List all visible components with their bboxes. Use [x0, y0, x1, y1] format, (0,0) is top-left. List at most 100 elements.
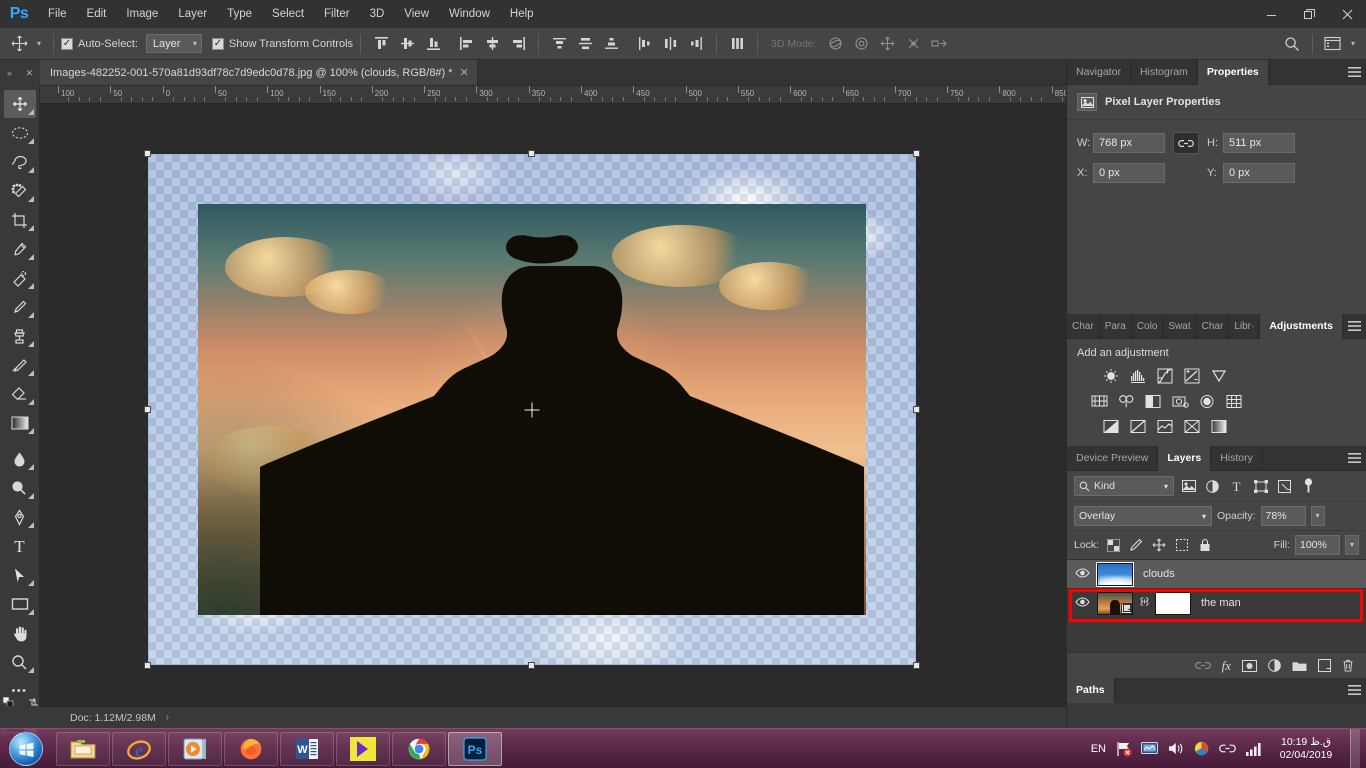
tab-device-preview[interactable]: Device Preview: [1067, 446, 1159, 471]
tab-properties[interactable]: Properties: [1197, 60, 1269, 85]
lock-artboard-icon[interactable]: [1173, 536, 1191, 554]
layer-row-the-man[interactable]: the man: [1067, 589, 1366, 618]
align-horizontal-centers-icon[interactable]: [479, 32, 505, 56]
brightness-contrast-icon[interactable]: [1101, 366, 1121, 386]
orbit-3d-icon[interactable]: [823, 32, 849, 56]
close-panel-icon[interactable]: ✕: [26, 68, 34, 79]
height-field[interactable]: 511 px: [1223, 133, 1295, 153]
new-group-icon[interactable]: [1292, 660, 1307, 672]
flag-action-center-icon[interactable]: [1115, 740, 1132, 757]
menu-3d[interactable]: 3D: [360, 0, 395, 28]
align-left-edges-icon[interactable]: [453, 32, 479, 56]
spot-healing-brush-tool[interactable]: [4, 264, 36, 292]
tool-preset-caret-icon[interactable]: ▾: [32, 39, 46, 48]
tab-character-styles[interactable]: Char: [1197, 314, 1230, 339]
layer-name-clouds[interactable]: clouds: [1143, 568, 1175, 580]
tab-libraries[interactable]: Libr·: [1229, 314, 1261, 339]
tab-navigator[interactable]: Navigator: [1067, 60, 1131, 85]
signal-bars-icon[interactable]: [1245, 740, 1262, 757]
black-white-icon[interactable]: [1143, 391, 1163, 411]
distribute-horizontal-centers-icon[interactable]: [657, 32, 683, 56]
canvas-area[interactable]: [40, 104, 1066, 706]
align-vertical-centers-icon[interactable]: [394, 32, 420, 56]
panel-menu-icon[interactable]: [1342, 446, 1366, 470]
tab-paths[interactable]: Paths: [1067, 678, 1115, 703]
minimize-button[interactable]: [1252, 0, 1290, 28]
hue-saturation-icon[interactable]: [1089, 391, 1109, 411]
taskbar-clock[interactable]: 10:19 ق.ظ 02/04/2019: [1271, 736, 1341, 762]
filter-shape-icon[interactable]: [1251, 476, 1270, 496]
y-position-field[interactable]: 0 px: [1223, 163, 1295, 183]
transform-handle-top-left[interactable]: [144, 150, 151, 157]
new-adjustment-layer-icon[interactable]: [1268, 659, 1281, 672]
show-desktop-button[interactable]: [1350, 728, 1360, 768]
the-man-layer-thumbnail[interactable]: [1097, 591, 1133, 615]
start-button[interactable]: [0, 730, 52, 768]
taskbar-google-chrome[interactable]: [392, 731, 446, 766]
tab-histogram[interactable]: Histogram: [1131, 60, 1198, 85]
filter-pixel-icon[interactable]: [1179, 476, 1198, 496]
panel-menu-icon[interactable]: [1342, 678, 1366, 703]
clone-stamp-tool[interactable]: [4, 322, 36, 350]
delete-layer-icon[interactable]: [1342, 659, 1354, 672]
crop-tool[interactable]: [4, 206, 36, 234]
taskbar-internet-explorer[interactable]: e: [112, 731, 166, 766]
auto-select-control[interactable]: ✓ Auto-Select:: [61, 37, 138, 50]
distribute-vertical-centers-icon[interactable]: [572, 32, 598, 56]
exposure-icon[interactable]: [1182, 366, 1202, 386]
menu-filter[interactable]: Filter: [314, 0, 360, 28]
show-transform-checkbox[interactable]: ✓: [211, 37, 224, 50]
taskbar-mozilla-firefox[interactable]: [224, 731, 278, 766]
transform-handle-middle-right[interactable]: [913, 405, 920, 413]
blur-tool[interactable]: [4, 445, 36, 473]
opacity-field[interactable]: 78%: [1260, 506, 1306, 526]
gradient-tool[interactable]: [4, 409, 36, 437]
taskbar-windows-media-player[interactable]: [168, 731, 222, 766]
menu-type[interactable]: Type: [217, 0, 262, 28]
volume-icon[interactable]: [1167, 740, 1184, 757]
align-right-edges-icon[interactable]: [505, 32, 531, 56]
filter-smart-object-icon[interactable]: [1275, 476, 1294, 496]
add-layer-mask-icon[interactable]: [1242, 659, 1257, 672]
auto-select-scope-dropdown[interactable]: Layer: [145, 34, 202, 53]
invert-icon[interactable]: [1101, 416, 1121, 436]
rectangle-tool[interactable]: [4, 590, 36, 618]
panel-menu-icon[interactable]: [1343, 314, 1366, 338]
taskbar-microsoft-word[interactable]: W: [280, 731, 334, 766]
collapse-panel-icon[interactable]: »: [7, 68, 12, 78]
layer-name-the-man[interactable]: the man: [1201, 597, 1241, 609]
menu-edit[interactable]: Edit: [77, 0, 117, 28]
document-tab[interactable]: Images-482252-001-570a81d93df78c7d9edc0d…: [40, 60, 478, 85]
width-field[interactable]: 768 px: [1093, 133, 1165, 153]
lock-all-icon[interactable]: [1196, 536, 1214, 554]
color-lookup-icon[interactable]: [1224, 391, 1244, 411]
photo-filter-icon[interactable]: [1170, 391, 1190, 411]
show-transform-controls-control[interactable]: ✓ Show Transform Controls: [211, 37, 353, 50]
taskbar-windows-explorer[interactable]: [56, 731, 110, 766]
menu-window[interactable]: Window: [439, 0, 500, 28]
eye-icon[interactable]: [1073, 596, 1091, 610]
channel-mixer-icon[interactable]: [1197, 391, 1217, 411]
vibrance-icon[interactable]: [1209, 366, 1229, 386]
taskbar-adobe-photoshop[interactable]: Ps: [448, 731, 502, 766]
transform-handle-bottom-left[interactable]: [144, 662, 151, 669]
menu-select[interactable]: Select: [262, 0, 314, 28]
quick-selection-tool[interactable]: [4, 177, 36, 205]
distribute-right-edges-icon[interactable]: [683, 32, 709, 56]
new-layer-icon[interactable]: [1318, 659, 1331, 672]
color-balance-icon[interactable]: [1116, 391, 1136, 411]
filter-type-icon[interactable]: T: [1227, 476, 1246, 496]
align-top-edges-icon[interactable]: [368, 32, 394, 56]
zoom-tool[interactable]: [4, 648, 36, 676]
posterize-icon[interactable]: [1128, 416, 1148, 436]
workspace-caret-icon[interactable]: ▾: [1346, 39, 1360, 48]
layer-list[interactable]: clouds the man: [1067, 560, 1366, 652]
workspace-switcher-icon[interactable]: [1320, 32, 1346, 56]
history-brush-tool[interactable]: [4, 351, 36, 379]
tab-adjustments[interactable]: Adjustments: [1260, 314, 1343, 339]
move-tool-icon[interactable]: [6, 32, 32, 56]
scale-3d-icon[interactable]: [927, 32, 953, 56]
eye-icon[interactable]: [1073, 567, 1091, 581]
levels-icon[interactable]: [1128, 366, 1148, 386]
restore-button[interactable]: [1290, 0, 1328, 28]
